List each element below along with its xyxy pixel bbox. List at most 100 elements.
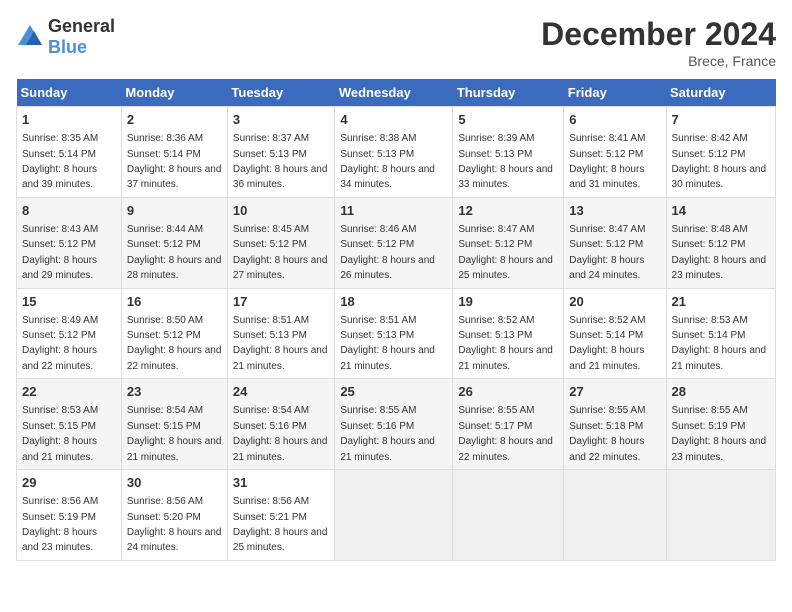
logo-general: General: [48, 16, 115, 36]
day-info: Sunrise: 8:56 AMSunset: 5:21 PMDaylight:…: [233, 496, 328, 553]
day-info: Sunrise: 8:53 AMSunset: 5:15 PMDaylight:…: [22, 405, 98, 462]
day-info: Sunrise: 8:44 AMSunset: 5:12 PMDaylight:…: [127, 224, 222, 281]
calendar-cell: 5Sunrise: 8:39 AMSunset: 5:13 PMDaylight…: [453, 107, 564, 198]
day-number: 17: [233, 293, 329, 311]
calendar-cell: 12 Sunrise: 8:47 AMSunset: 5:12 PMDayligh…: [453, 197, 564, 288]
calendar-cell: 17 Sunrise: 8:51 AMSunset: 5:13 PMDayligh…: [227, 288, 334, 379]
day-info: Sunrise: 8:47 AMSunset: 5:12 PMDaylight:…: [569, 224, 645, 281]
main-title: December 2024: [541, 16, 776, 53]
day-info: Sunrise: 8:55 AMSunset: 5:18 PMDaylight:…: [569, 405, 645, 462]
calendar-cell: 21Sunrise: 8:53 AMSunset: 5:14 PMDayligh…: [666, 288, 775, 379]
calendar-week-row: 22 Sunrise: 8:53 AMSunset: 5:15 PMDayligh…: [17, 379, 776, 470]
calendar-cell: 28 Sunrise: 8:55 AMSunset: 5:19 PMDayligh…: [666, 379, 775, 470]
day-info: Sunrise: 8:50 AMSunset: 5:12 PMDaylight:…: [127, 315, 222, 372]
day-info: Sunrise: 8:42 AMSunset: 5:12 PMDaylight:…: [672, 133, 767, 190]
calendar-week-row: 8 Sunrise: 8:43 AMSunset: 5:12 PMDaylight…: [17, 197, 776, 288]
calendar-cell: [666, 470, 775, 561]
day-info: Sunrise: 8:52 AMSunset: 5:14 PMDaylight:…: [569, 315, 645, 372]
day-info: Sunrise: 8:51 AMSunset: 5:13 PMDaylight:…: [340, 315, 435, 372]
calendar-week-row: 15 Sunrise: 8:49 AMSunset: 5:12 PMDayligh…: [17, 288, 776, 379]
day-info: Sunrise: 8:55 AMSunset: 5:16 PMDaylight:…: [340, 405, 435, 462]
day-info: Sunrise: 8:51 AMSunset: 5:13 PMDaylight:…: [233, 315, 328, 372]
logo-icon: [16, 23, 44, 51]
day-number: 4: [340, 111, 447, 129]
day-info: Sunrise: 8:53 AMSunset: 5:14 PMDaylight:…: [672, 315, 767, 372]
calendar-cell: 15 Sunrise: 8:49 AMSunset: 5:12 PMDayligh…: [17, 288, 122, 379]
weekday-header-thursday: Thursday: [453, 79, 564, 107]
calendar-cell: 1Sunrise: 8:35 AMSunset: 5:14 PMDaylight…: [17, 107, 122, 198]
day-info: Sunrise: 8:47 AMSunset: 5:12 PMDaylight:…: [458, 224, 553, 281]
calendar-cell: 30 Sunrise: 8:56 AMSunset: 5:20 PMDayligh…: [121, 470, 227, 561]
calendar-cell: 6 Sunrise: 8:41 AMSunset: 5:12 PMDaylight…: [564, 107, 666, 198]
calendar-cell: 27 Sunrise: 8:55 AMSunset: 5:18 PMDayligh…: [564, 379, 666, 470]
day-number: 28: [672, 383, 770, 401]
day-info: Sunrise: 8:54 AMSunset: 5:15 PMDaylight:…: [127, 405, 222, 462]
day-info: Sunrise: 8:41 AMSunset: 5:12 PMDaylight:…: [569, 133, 645, 190]
title-area: December 2024 Brece, France: [541, 16, 776, 69]
day-info: Sunrise: 8:56 AMSunset: 5:19 PMDaylight:…: [22, 496, 98, 553]
day-number: 5: [458, 111, 558, 129]
page-header: General Blue December 2024 Brece, France: [16, 16, 776, 69]
day-info: Sunrise: 8:54 AMSunset: 5:16 PMDaylight:…: [233, 405, 328, 462]
day-number: 11: [340, 202, 447, 220]
day-info: Sunrise: 8:56 AMSunset: 5:20 PMDaylight:…: [127, 496, 222, 553]
day-info: Sunrise: 8:37 AMSunset: 5:13 PMDaylight:…: [233, 133, 328, 190]
calendar-cell: [453, 470, 564, 561]
calendar-cell: 11 Sunrise: 8:46 AMSunset: 5:12 PMDayligh…: [335, 197, 453, 288]
weekday-header-saturday: Saturday: [666, 79, 775, 107]
day-number: 20: [569, 293, 660, 311]
day-number: 22: [22, 383, 116, 401]
calendar-table: SundayMondayTuesdayWednesdayThursdayFrid…: [16, 79, 776, 561]
day-number: 6: [569, 111, 660, 129]
day-info: Sunrise: 8:38 AMSunset: 5:13 PMDaylight:…: [340, 133, 435, 190]
day-info: Sunrise: 8:45 AMSunset: 5:12 PMDaylight:…: [233, 224, 328, 281]
day-number: 2: [127, 111, 222, 129]
day-number: 25: [340, 383, 447, 401]
calendar-cell: 23Sunrise: 8:54 AMSunset: 5:15 PMDayligh…: [121, 379, 227, 470]
day-number: 12: [458, 202, 558, 220]
day-number: 26: [458, 383, 558, 401]
calendar-cell: 24 Sunrise: 8:54 AMSunset: 5:16 PMDayligh…: [227, 379, 334, 470]
day-info: Sunrise: 8:46 AMSunset: 5:12 PMDaylight:…: [340, 224, 435, 281]
calendar-cell: 4 Sunrise: 8:38 AMSunset: 5:13 PMDaylight…: [335, 107, 453, 198]
logo-text: General Blue: [48, 16, 115, 58]
day-number: 13: [569, 202, 660, 220]
day-number: 15: [22, 293, 116, 311]
calendar-cell: 18 Sunrise: 8:51 AMSunset: 5:13 PMDayligh…: [335, 288, 453, 379]
day-info: Sunrise: 8:55 AMSunset: 5:19 PMDaylight:…: [672, 405, 767, 462]
logo-blue: Blue: [48, 37, 87, 57]
day-info: Sunrise: 8:48 AMSunset: 5:12 PMDaylight:…: [672, 224, 767, 281]
calendar-cell: 9Sunrise: 8:44 AMSunset: 5:12 PMDaylight…: [121, 197, 227, 288]
calendar-cell: 8 Sunrise: 8:43 AMSunset: 5:12 PMDaylight…: [17, 197, 122, 288]
calendar-week-row: 1Sunrise: 8:35 AMSunset: 5:14 PMDaylight…: [17, 107, 776, 198]
day-info: Sunrise: 8:35 AMSunset: 5:14 PMDaylight:…: [22, 133, 98, 190]
weekday-header-wednesday: Wednesday: [335, 79, 453, 107]
day-info: Sunrise: 8:36 AMSunset: 5:14 PMDaylight:…: [127, 133, 222, 190]
day-info: Sunrise: 8:55 AMSunset: 5:17 PMDaylight:…: [458, 405, 553, 462]
day-number: 10: [233, 202, 329, 220]
calendar-cell: 10 Sunrise: 8:45 AMSunset: 5:12 PMDayligh…: [227, 197, 334, 288]
day-number: 14: [672, 202, 770, 220]
calendar-cell: 16Sunrise: 8:50 AMSunset: 5:12 PMDayligh…: [121, 288, 227, 379]
calendar-cell: 7 Sunrise: 8:42 AMSunset: 5:12 PMDaylight…: [666, 107, 775, 198]
day-number: 31: [233, 474, 329, 492]
weekday-header-sunday: Sunday: [17, 79, 122, 107]
weekday-header-tuesday: Tuesday: [227, 79, 334, 107]
day-info: Sunrise: 8:52 AMSunset: 5:13 PMDaylight:…: [458, 315, 553, 372]
day-number: 3: [233, 111, 329, 129]
day-number: 30: [127, 474, 222, 492]
calendar-cell: 2 Sunrise: 8:36 AMSunset: 5:14 PMDaylight…: [121, 107, 227, 198]
calendar-cell: 20 Sunrise: 8:52 AMSunset: 5:14 PMDayligh…: [564, 288, 666, 379]
day-number: 24: [233, 383, 329, 401]
day-info: Sunrise: 8:43 AMSunset: 5:12 PMDaylight:…: [22, 224, 98, 281]
calendar-cell: 3 Sunrise: 8:37 AMSunset: 5:13 PMDaylight…: [227, 107, 334, 198]
calendar-cell: [564, 470, 666, 561]
day-number: 27: [569, 383, 660, 401]
day-number: 7: [672, 111, 770, 129]
calendar-cell: 29Sunrise: 8:56 AMSunset: 5:19 PMDayligh…: [17, 470, 122, 561]
calendar-cell: 25 Sunrise: 8:55 AMSunset: 5:16 PMDayligh…: [335, 379, 453, 470]
day-number: 18: [340, 293, 447, 311]
day-info: Sunrise: 8:49 AMSunset: 5:12 PMDaylight:…: [22, 315, 98, 372]
day-number: 8: [22, 202, 116, 220]
subtitle: Brece, France: [541, 53, 776, 69]
